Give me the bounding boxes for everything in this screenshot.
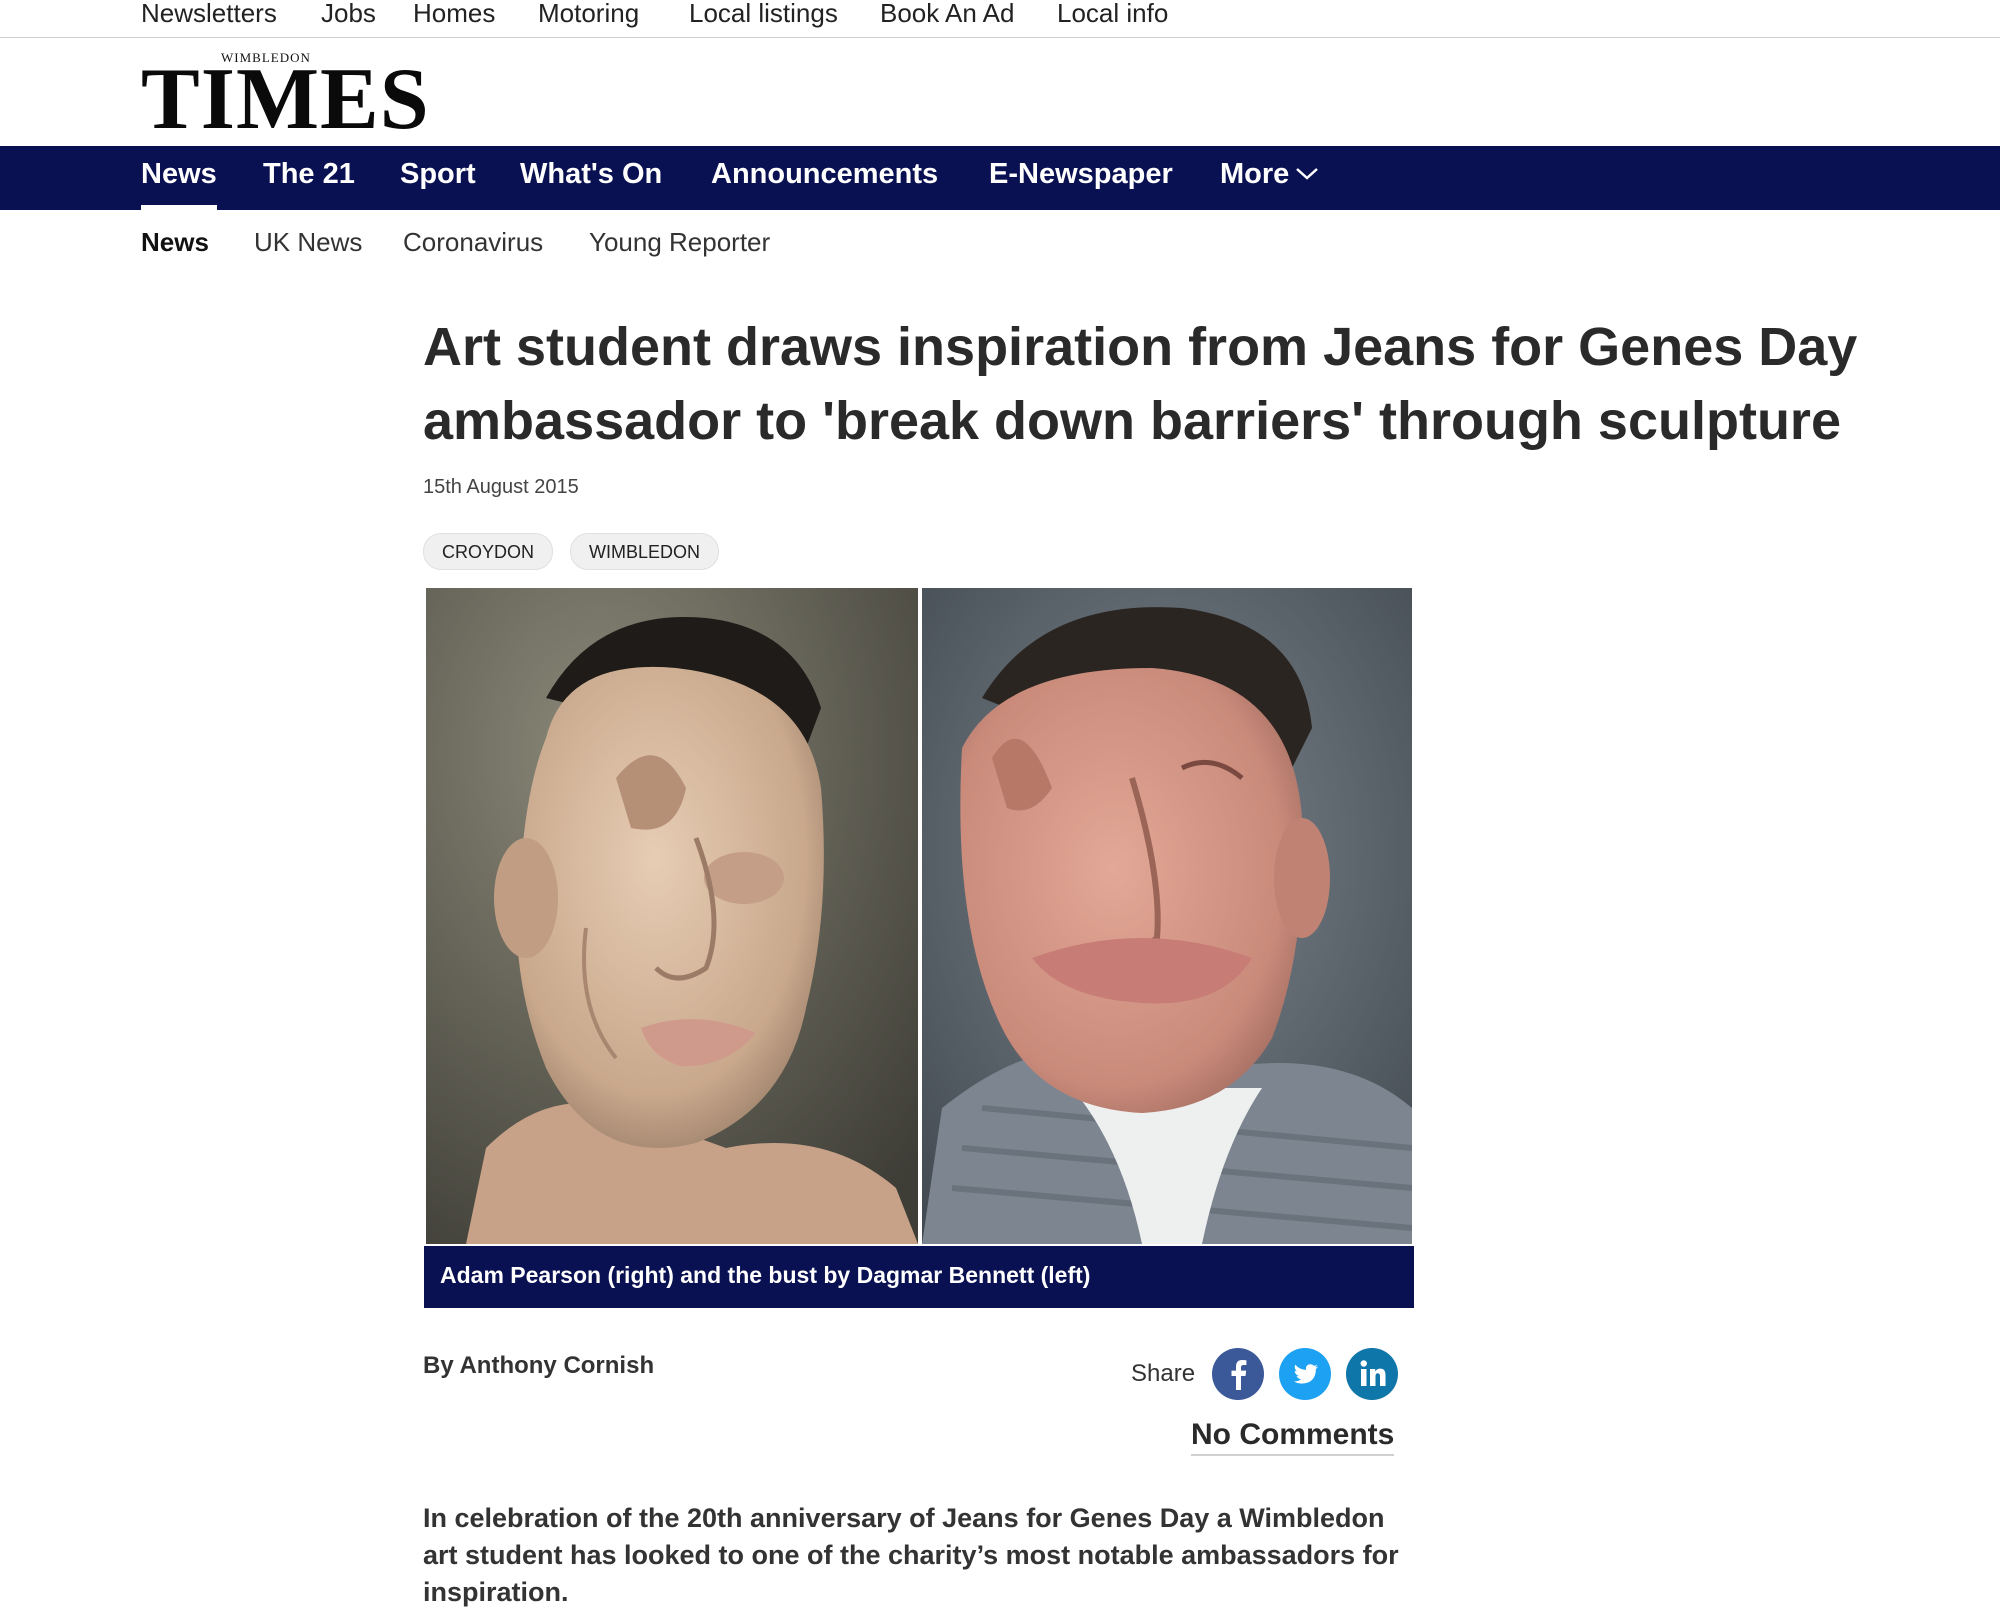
primary-nav: News The 21 Sport What's On Announcement…	[0, 146, 2000, 210]
utility-link-jobs[interactable]: Jobs	[321, 0, 376, 29]
nav-item-more-label: More	[1220, 158, 1290, 190]
utility-link-local-info[interactable]: Local info	[1057, 0, 1168, 29]
share-label: Share	[1131, 1360, 1196, 1387]
twitter-icon	[1279, 1348, 1331, 1400]
tag-croydon[interactable]: CROYDON	[423, 533, 554, 570]
article-headline: Art student draws inspiration from Jeans…	[423, 317, 1858, 451]
sub-nav-news[interactable]: News	[141, 227, 209, 258]
share-twitter-button[interactable]	[1279, 1348, 1331, 1400]
nav-item-more[interactable]: More	[1220, 158, 1319, 210]
share-facebook-button[interactable]	[1212, 1348, 1264, 1400]
article-date: 15th August 2015	[423, 476, 579, 498]
utility-link-motoring[interactable]: Motoring	[538, 0, 639, 29]
utility-link-newsletters[interactable]: Newsletters	[141, 0, 277, 29]
nav-item-e-newspaper[interactable]: E-Newspaper	[989, 158, 1173, 210]
nav-item-news[interactable]: News	[141, 158, 217, 210]
article-figure: Adam Pearson (right) and the bust by Dag…	[424, 588, 1414, 1308]
utility-link-local-listings[interactable]: Local listings	[689, 0, 838, 29]
article-intro: In celebration of the 20th anniversary o…	[423, 1503, 1399, 1607]
utility-link-book-an-ad[interactable]: Book An Ad	[880, 0, 1014, 29]
utility-nav: Newsletters Jobs Homes Motoring Local li…	[0, 0, 2000, 38]
linkedin-icon	[1346, 1348, 1398, 1400]
share-linkedin-button[interactable]	[1346, 1348, 1398, 1400]
facebook-icon	[1212, 1348, 1264, 1400]
tag-wimbledon[interactable]: WIMBLEDON	[570, 533, 720, 570]
article-byline: By Anthony Cornish	[423, 1352, 655, 1379]
sub-nav-young-reporter[interactable]: Young Reporter	[589, 227, 770, 258]
bust-sculpture-photo	[426, 588, 918, 1244]
chevron-down-icon	[1296, 168, 1319, 181]
comments-link[interactable]: No Comments	[1191, 1418, 1395, 1456]
logo-title: TIMES	[141, 51, 430, 148]
adam-pearson-photo	[922, 588, 1412, 1244]
utility-link-homes[interactable]: Homes	[413, 0, 495, 29]
caption-text: Adam Pearson (right) and the bust by Dag…	[440, 1262, 1091, 1288]
nav-item-the-21[interactable]: The 21	[263, 158, 355, 210]
nav-item-sport[interactable]: Sport	[400, 158, 476, 210]
nav-item-announcements[interactable]: Announcements	[711, 158, 938, 210]
sub-nav-coronavirus[interactable]: Coronavirus	[403, 227, 543, 258]
site-logo[interactable]: WIMBLEDON TIMES	[141, 46, 429, 144]
sub-nav-uk-news[interactable]: UK News	[254, 227, 362, 258]
figure-caption: Adam Pearson (right) and the bust by Dag…	[424, 1246, 1414, 1308]
nav-item-whats-on[interactable]: What's On	[520, 158, 662, 210]
